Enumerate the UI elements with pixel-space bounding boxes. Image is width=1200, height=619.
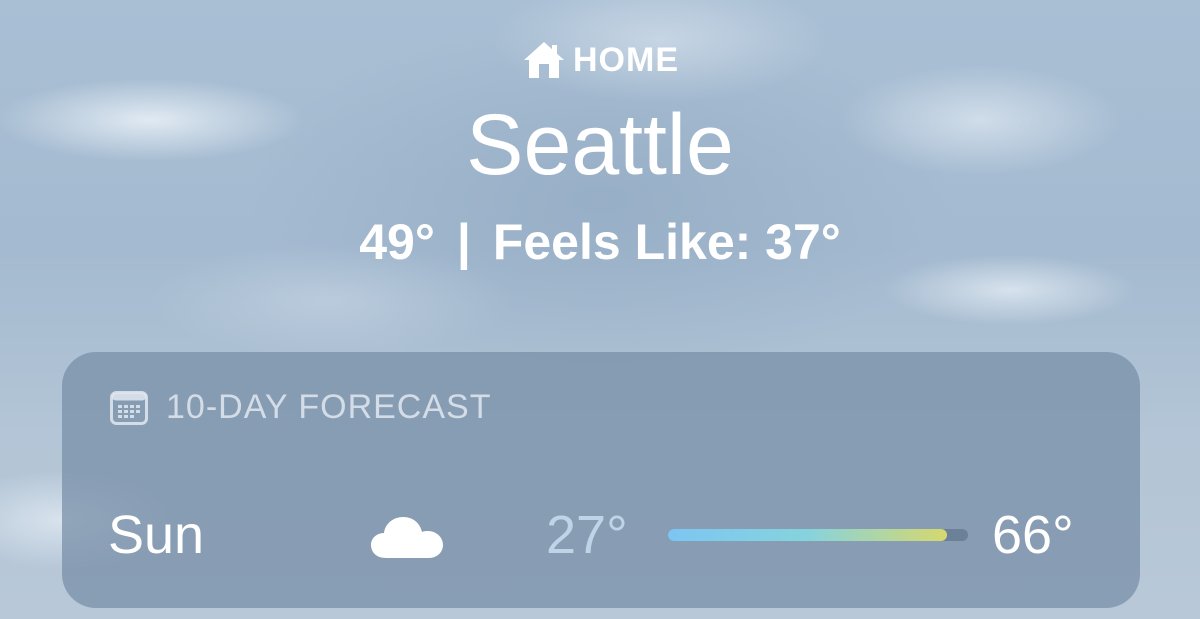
temp-separator: | — [456, 214, 471, 270]
forecast-day-row[interactable]: Sun 27° 66° — [62, 502, 1140, 568]
calendar-icon — [110, 390, 148, 425]
house-icon — [524, 42, 564, 78]
temperature-range-fill — [668, 529, 947, 541]
current-temp-row: 49° | Feels Like: 37° — [0, 212, 1200, 272]
city-name: Seattle — [466, 97, 734, 193]
current-temperature: 49° — [359, 214, 435, 270]
location-row: HOME — [0, 38, 1200, 82]
location-label: HOME — [573, 40, 679, 79]
forecast-day-name: Sun — [108, 505, 205, 565]
forecast-high-temp: 66° — [992, 505, 1074, 565]
feels-like-temperature: Feels Like: 37° — [492, 214, 841, 270]
forecast-card-header: 10-DAY FORECAST — [110, 388, 491, 427]
ten-day-forecast-card[interactable]: 10-DAY FORECAST Sun 27° 66° — [62, 352, 1140, 608]
temperature-range-bar — [668, 529, 968, 541]
forecast-low-temp: 27° — [546, 505, 628, 565]
cloud-icon — [371, 517, 443, 558]
forecast-title: 10-DAY FORECAST — [166, 388, 492, 426]
